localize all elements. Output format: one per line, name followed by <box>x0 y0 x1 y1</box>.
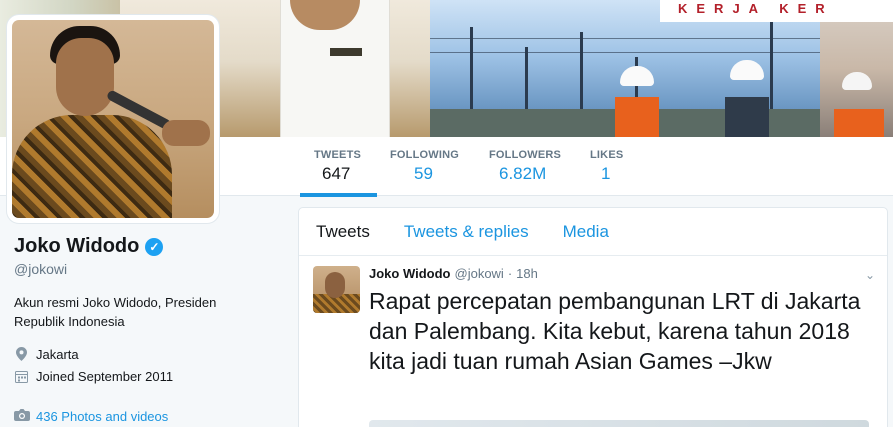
profile-sidebar: Joko Widodo ✓ @jokowi Akun resmi Joko Wi… <box>14 235 284 424</box>
chevron-down-icon[interactable]: ⌄ <box>865 268 875 282</box>
tweet-body: Joko Widodo @jokowi · 18h Rapat percepat… <box>369 266 873 376</box>
stat-followers-label: FOLLOWERS <box>489 149 562 161</box>
stat-followers[interactable]: FOLLOWERS 6.82M <box>489 149 561 184</box>
stat-following-value: 59 <box>414 164 433 183</box>
banner-campaign-text: KERJA KER <box>660 0 893 22</box>
stat-likes[interactable]: LIKES 1 <box>590 149 623 184</box>
verified-badge-icon: ✓ <box>145 237 164 256</box>
photos-and-videos-link[interactable]: 436 Photos and videos <box>14 408 284 424</box>
profile-joined-text: Joined September 2011 <box>36 368 174 384</box>
tweet-author-handle[interactable]: @jokowi <box>455 266 504 281</box>
photos-and-videos-label[interactable]: 436 Photos and videos <box>36 409 168 424</box>
profile-handle[interactable]: @jokowi <box>14 261 284 277</box>
profile-name[interactable]: Joko Widodo <box>14 235 139 258</box>
timeline-tabs: Tweets Tweets & replies Media <box>299 208 887 256</box>
tweet[interactable]: ⌄ Joko Widodo @jokowi · 18h Rapat percep… <box>299 256 887 386</box>
tweet-separator: · <box>507 266 513 281</box>
location-pin-icon <box>14 347 28 361</box>
calendar-icon <box>14 369 28 383</box>
stat-tweets[interactable]: TWEETS 647 <box>299 149 378 197</box>
profile-location-text: Jakarta <box>36 346 79 362</box>
timeline: Tweets Tweets & replies Media ⌄ Joko Wid… <box>298 207 888 427</box>
tweet-timestamp[interactable]: 18h <box>516 266 538 281</box>
tab-tweets[interactable]: Tweets <box>299 222 387 242</box>
stat-followers-value: 6.82M <box>499 164 547 183</box>
profile-joined: Joined September 2011 <box>14 365 284 387</box>
profile-avatar[interactable] <box>7 15 219 223</box>
profile-location: Jakarta <box>14 343 284 365</box>
tab-tweets-and-replies[interactable]: Tweets & replies <box>387 222 546 242</box>
profile-meta: Jakarta Joined September 2011 <box>14 343 284 387</box>
camera-icon <box>14 408 30 424</box>
tweet-text: Rapat percepatan pembangunan LRT di Jaka… <box>369 288 861 374</box>
stat-likes-value: 1 <box>601 164 611 183</box>
tweet-author-name[interactable]: Joko Widodo <box>369 266 451 281</box>
tweet-media-preview[interactable] <box>369 420 869 427</box>
profile-bio: Akun resmi Joko Widodo, Presiden Republi… <box>14 295 217 329</box>
stat-likes-label: LIKES <box>590 149 624 161</box>
profile-name-row: Joko Widodo ✓ <box>14 235 284 258</box>
stat-tweets-value: 647 <box>322 164 351 183</box>
tab-media[interactable]: Media <box>546 222 626 242</box>
stat-tweets-label: TWEETS <box>314 149 362 161</box>
tweet-author-avatar[interactable] <box>313 266 360 313</box>
tweet-header: Joko Widodo @jokowi · 18h <box>369 266 873 281</box>
stat-following[interactable]: FOLLOWING 59 <box>390 149 459 184</box>
stat-following-label: FOLLOWING <box>390 149 460 161</box>
